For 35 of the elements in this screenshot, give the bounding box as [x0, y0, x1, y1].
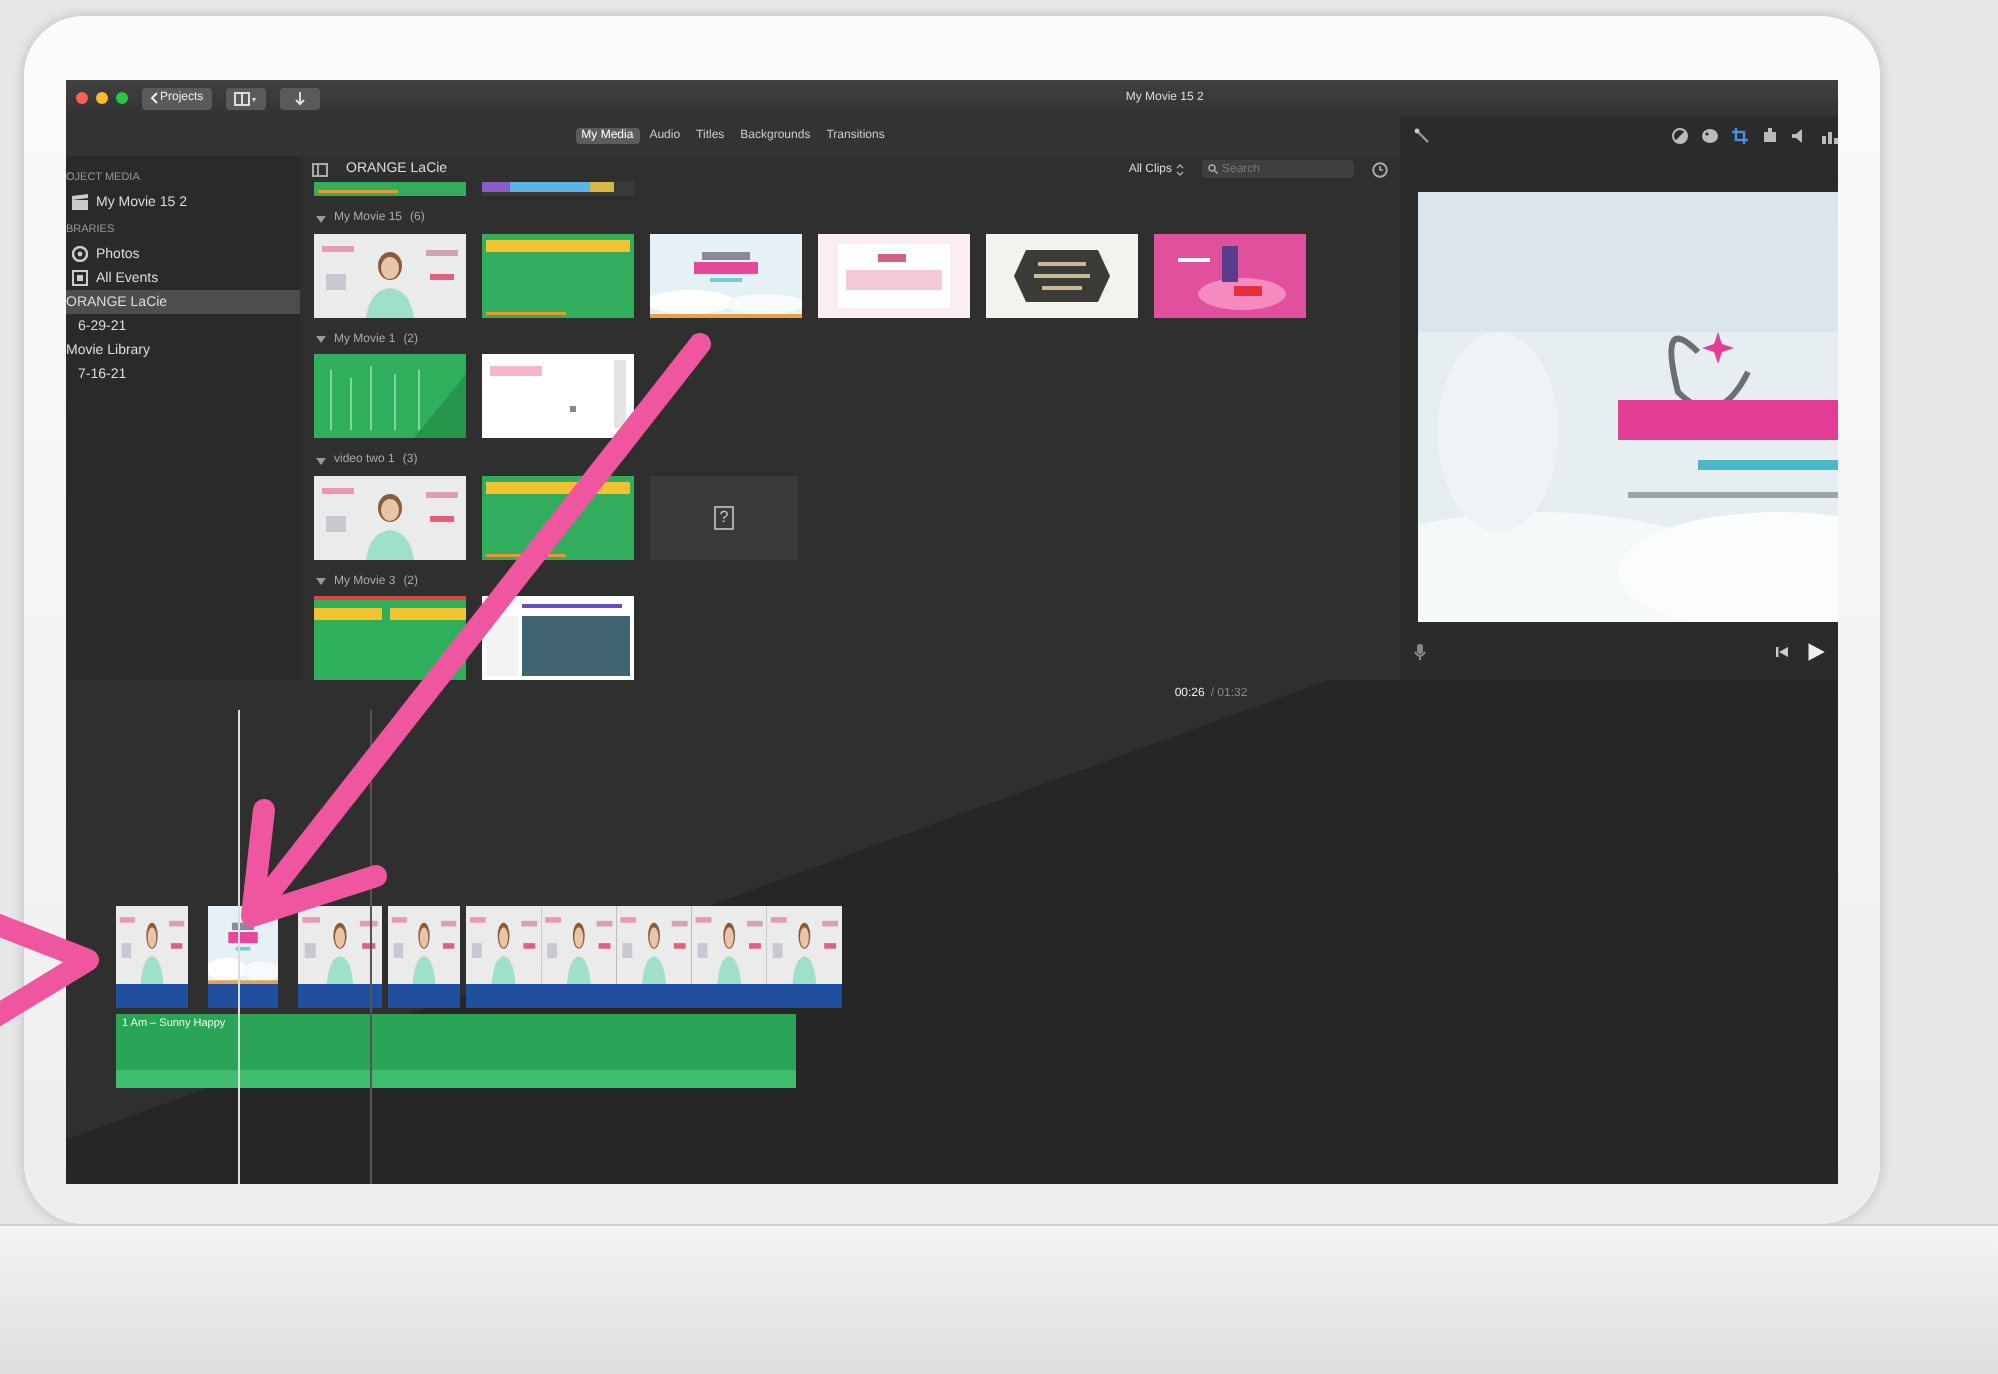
close-button[interactable] [76, 92, 88, 104]
video-clip[interactable] [298, 906, 382, 1008]
zoom-button[interactable] [116, 92, 128, 104]
balance-icon[interactable] [1672, 128, 1688, 144]
play-icon[interactable] [1806, 641, 1826, 661]
flower-icon [72, 246, 88, 262]
palette-icon[interactable] [1702, 128, 1718, 144]
video-clip[interactable] [116, 906, 188, 1008]
clock-icon[interactable] [1372, 161, 1388, 178]
skip-back-icon[interactable] [1774, 643, 1790, 659]
wand-icon[interactable] [1414, 128, 1430, 144]
microphone-icon[interactable] [1412, 643, 1428, 659]
minimize-button[interactable] [96, 92, 108, 104]
film-icon [72, 270, 88, 286]
disclosure-triangle-icon[interactable] [316, 334, 326, 345]
missing-clip[interactable]: ? [650, 475, 798, 560]
download-icon [293, 91, 306, 105]
video-clip[interactable] [388, 906, 460, 1008]
chevron-left-icon [150, 92, 158, 104]
film-strip-icon [233, 91, 258, 105]
import-button[interactable] [279, 87, 320, 109]
chart-icon[interactable] [1822, 128, 1838, 144]
speaker-icon[interactable] [1792, 128, 1808, 144]
video-clip[interactable] [466, 906, 842, 1008]
disclosure-triangle-icon[interactable] [316, 576, 326, 587]
crop-icon[interactable] [1732, 128, 1748, 144]
disclosure-triangle-icon[interactable] [316, 213, 326, 224]
question-mark-icon: ? [713, 505, 735, 530]
disclosure-triangle-icon[interactable] [316, 455, 326, 466]
search-icon [1208, 164, 1218, 175]
clapper-icon [72, 194, 88, 210]
camera-icon[interactable] [1762, 128, 1778, 144]
stepper-icon [1176, 163, 1184, 176]
clip-view-button[interactable] [225, 87, 266, 109]
sidebar-toggle-icon[interactable] [312, 161, 328, 178]
